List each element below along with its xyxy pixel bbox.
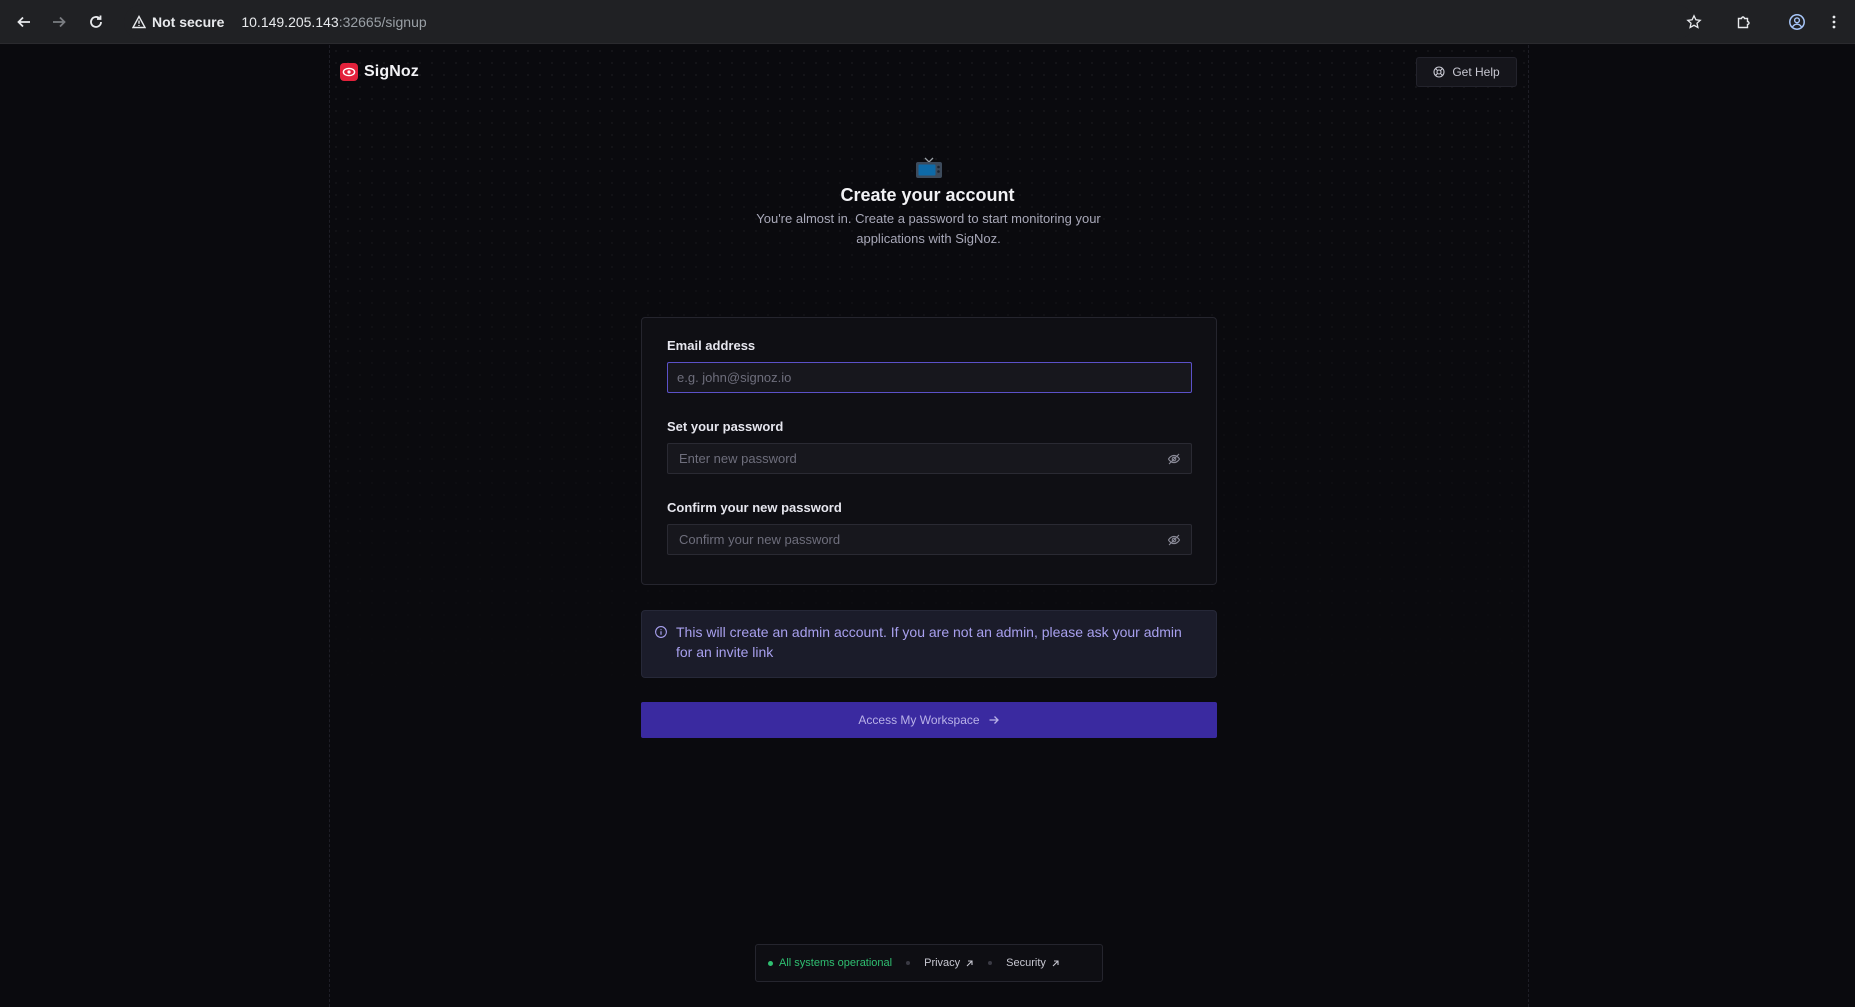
external-link-icon	[966, 959, 973, 966]
page-title: Create your account	[840, 185, 1015, 205]
privacy-label: Privacy	[924, 957, 961, 969]
security-indicator[interactable]: Not secure	[132, 14, 224, 30]
reload-button[interactable]	[84, 10, 108, 34]
profile-icon	[1789, 14, 1805, 30]
arrow-right-icon	[53, 16, 66, 28]
signoz-logo-icon	[340, 63, 358, 81]
arrow-right-icon	[989, 716, 999, 724]
reload-icon	[90, 15, 102, 28]
lifebuoy-icon	[1433, 66, 1445, 78]
system-status[interactable]: All systems operational	[768, 957, 892, 969]
status-dot-icon	[768, 960, 773, 966]
email-label: Email address	[667, 338, 756, 353]
security-link[interactable]: Security	[1006, 957, 1060, 969]
privacy-link[interactable]: Privacy	[924, 957, 974, 969]
email-field-wrapper	[667, 362, 1192, 393]
brand-name: SigNoz	[364, 63, 419, 80]
signup-form: Email address Set your password Confirm …	[641, 317, 1217, 585]
password-label: Set your password	[667, 419, 784, 434]
brand[interactable]: SigNoz	[340, 63, 419, 81]
external-link-icon	[1052, 959, 1059, 966]
confirm-password-field-wrapper	[667, 524, 1192, 555]
star-icon	[1686, 14, 1702, 29]
eye-off-icon[interactable]	[1167, 533, 1181, 547]
kebab-menu-icon	[1832, 15, 1836, 29]
url-path: :32665/signup	[338, 14, 427, 30]
system-status-label: All systems operational	[779, 957, 893, 969]
arrow-left-icon	[17, 16, 30, 28]
security-label: Security	[1006, 957, 1046, 969]
password-field-wrapper	[667, 443, 1192, 474]
separator	[988, 961, 993, 965]
admin-notice-text: This will create an admin account. If yo…	[676, 624, 1182, 660]
eye-off-icon[interactable]	[1167, 452, 1181, 466]
get-help-label: Get Help	[1452, 65, 1500, 79]
page-subtitle: You're almost in. Create a password to s…	[756, 211, 1101, 246]
puzzle-icon	[1737, 16, 1750, 29]
access-workspace-button[interactable]: Access My Workspace	[641, 702, 1217, 738]
access-workspace-label: Access My Workspace	[858, 713, 980, 727]
get-help-button[interactable]: Get Help	[1416, 57, 1517, 87]
admin-notice: This will create an admin account. If yo…	[641, 610, 1217, 678]
extensions-button[interactable]	[1732, 10, 1756, 34]
warning-icon	[132, 15, 146, 29]
url-host: 10.149.205.143	[241, 14, 339, 30]
url-text: 10.149.205.143:32665/signup	[241, 14, 426, 30]
confirm-password-field[interactable]	[668, 525, 1191, 554]
info-icon	[655, 626, 667, 638]
confirm-password-label: Confirm your new password	[667, 500, 842, 515]
email-field[interactable]	[668, 363, 1191, 392]
television-icon	[916, 157, 942, 178]
back-button[interactable]	[12, 10, 36, 34]
bookmark-button[interactable]	[1682, 10, 1706, 34]
address-bar[interactable]: Not secure 10.149.205.143:32665/signup	[124, 5, 1694, 39]
forward-button[interactable]	[47, 10, 71, 34]
password-field[interactable]	[668, 444, 1191, 473]
profile-button[interactable]	[1785, 10, 1809, 34]
status-footer: All systems operational Privacy Security	[755, 944, 1103, 982]
separator	[906, 961, 911, 965]
browser-menu-button[interactable]	[1822, 10, 1846, 34]
signup-page: SigNoz Get Help Create your account You'…	[0, 45, 1855, 1007]
security-label: Not secure	[152, 14, 225, 30]
browser-toolbar: Not secure 10.149.205.143:32665/signup	[0, 0, 1855, 44]
